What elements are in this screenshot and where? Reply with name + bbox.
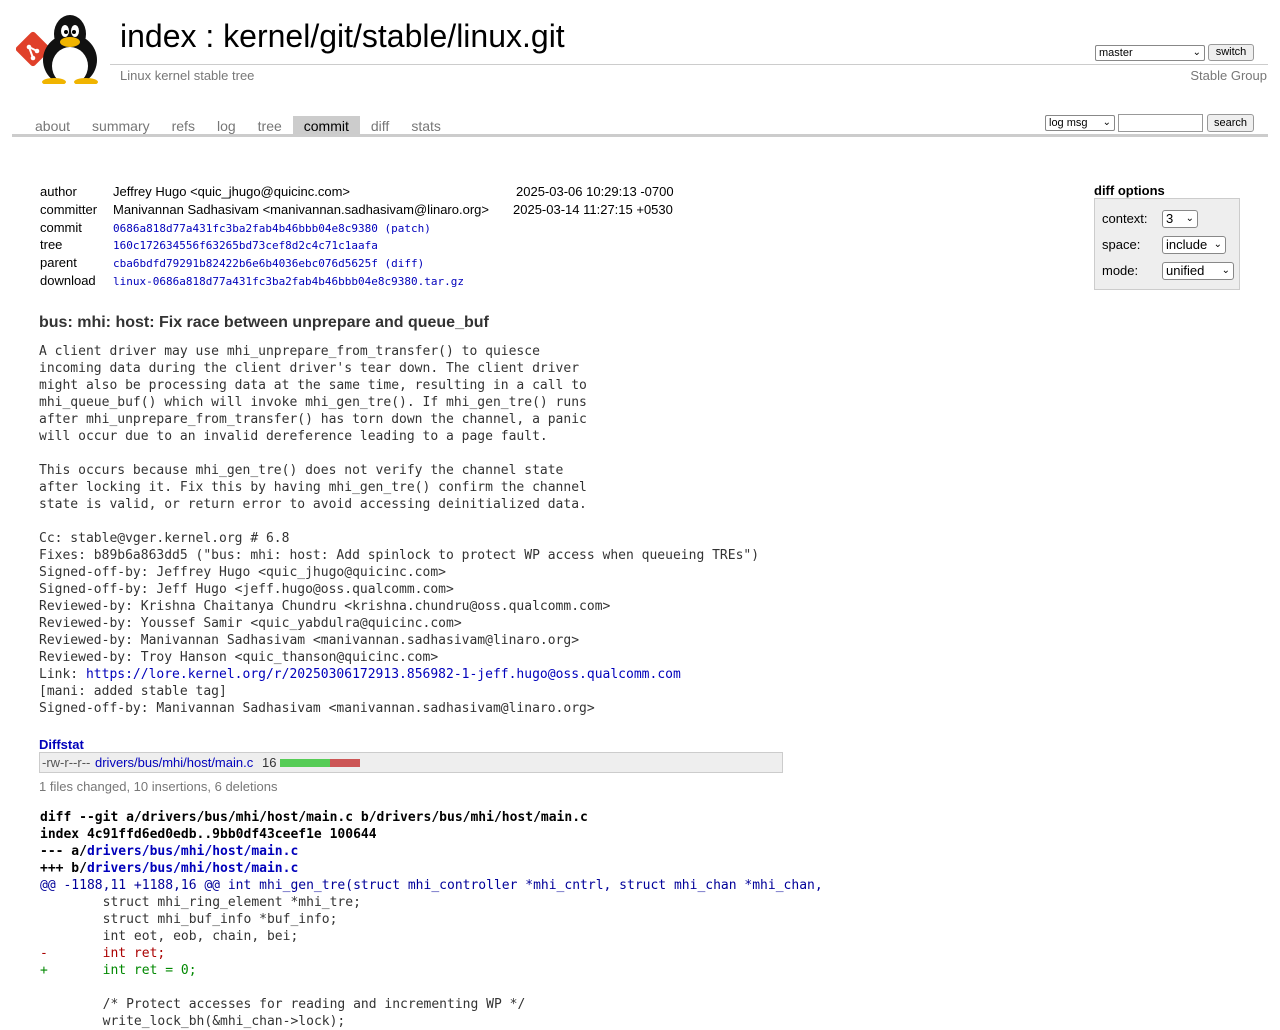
author-value: Jeffrey Hugo <quic_jhugo@quicinc.com> <box>113 184 350 199</box>
switch-button[interactable]: switch <box>1208 44 1254 61</box>
committer-label: committer <box>40 202 98 217</box>
deletions-bar <box>330 759 360 767</box>
commit-message-tail: [mani: added stable tag] Signed-off-by: … <box>39 684 595 716</box>
tab-stats[interactable]: stats <box>400 116 452 135</box>
context-select-value: 3 <box>1166 211 1174 226</box>
commit-message-body: A client driver may use mhi_unprepare_fr… <box>39 344 760 665</box>
branch-select-value: master <box>1099 47 1133 59</box>
commit-hash-line: 0686a818d77a431fc3ba2fab4b46bbb04e8c9380… <box>113 222 431 235</box>
branch-select[interactable]: master ⌄ <box>1095 45 1205 61</box>
diff-line: /* Protect accesses for reading and incr… <box>40 997 526 1012</box>
author-date: 2025-03-06 10:29:13 -0700 <box>516 184 674 199</box>
committer-value: Manivannan Sadhasivam <manivannan.sadhas… <box>113 202 489 217</box>
search-button[interactable]: search <box>1207 114 1254 132</box>
diff-git-header: diff --git a/drivers/bus/mhi/host/main.c… <box>40 810 588 825</box>
parent-label: parent <box>40 255 77 270</box>
cgit-logo[interactable] <box>16 14 110 84</box>
plus-prefix: +++ b/ <box>40 861 87 876</box>
commit-label: commit <box>40 220 82 235</box>
committer-date: 2025-03-14 11:27:15 +0530 <box>513 202 673 217</box>
file-mode: -rw-r--r-- <box>42 755 91 770</box>
context-label: context: <box>1102 211 1148 226</box>
title-separator: : <box>196 18 224 54</box>
tab-log[interactable]: log <box>206 116 247 135</box>
space-label: space: <box>1102 237 1141 252</box>
diff-line <box>40 979 823 996</box>
insertions-bar <box>280 759 330 767</box>
tux-icon <box>42 15 98 84</box>
patch-link[interactable]: (patch) <box>385 222 431 235</box>
diff-link[interactable]: (diff) <box>385 257 425 270</box>
commit-message: A client driver may use mhi_unprepare_fr… <box>39 343 759 717</box>
diff-options-panel: context: 3 ⌄ space: include ⌄ mode: unif… <box>1094 198 1240 290</box>
download-link[interactable]: linux-0686a818d77a431fc3ba2fab4b46bbb04e… <box>113 275 464 288</box>
diff-options-title: diff options <box>1094 183 1165 198</box>
tabs-divider <box>12 134 1268 137</box>
mode-select[interactable]: unified ⌄ <box>1162 262 1234 280</box>
download-line: linux-0686a818d77a431fc3ba2fab4b46bbb04e… <box>113 275 464 288</box>
hunk-range: @@ -1188,11 +1188,16 @@ <box>40 878 221 893</box>
tab-bar: about summary refs log tree commit diff … <box>24 116 452 135</box>
search-mode-select[interactable]: log msg ⌄ <box>1045 115 1115 131</box>
diff-view: diff --git a/drivers/bus/mhi/host/main.c… <box>40 809 823 1030</box>
lore-link[interactable]: https://lore.kernel.org/r/20250306172913… <box>86 667 681 682</box>
tab-tree[interactable]: tree <box>247 116 293 135</box>
diff-minus-header: --- a/drivers/bus/mhi/host/main.c <box>40 843 823 860</box>
mode-label: mode: <box>1102 263 1139 278</box>
tree-hash-line: 160c172634556f63265bd73cef8d2c4c71c1aafa <box>113 239 378 252</box>
link-prefix: Link: <box>39 667 86 682</box>
search-input[interactable] <box>1118 114 1203 132</box>
chevron-down-icon: ⌄ <box>1213 239 1222 250</box>
tab-diff[interactable]: diff <box>360 116 400 135</box>
context-select[interactable]: 3 ⌄ <box>1162 210 1198 228</box>
minus-file-link[interactable]: drivers/bus/mhi/host/main.c <box>87 844 298 859</box>
commit-hash-link[interactable]: 0686a818d77a431fc3ba2fab4b46bbb04e8c9380 <box>113 222 378 235</box>
plus-file-link[interactable]: drivers/bus/mhi/host/main.c <box>87 861 298 876</box>
diffstat-heading[interactable]: Diffstat <box>39 737 84 752</box>
author-label: author <box>40 184 77 199</box>
mode-select-value: unified <box>1166 263 1205 278</box>
download-label: download <box>40 273 96 288</box>
parent-hash-line: cba6bdfd79291b82422b6e6b4036ebc076d5625f… <box>113 257 424 270</box>
diff-line-added: + int ret = 0; <box>40 963 197 978</box>
chevron-down-icon: ⌄ <box>1221 265 1230 276</box>
tab-commit[interactable]: commit <box>292 116 360 135</box>
repo-link[interactable]: kernel/git/stable/linux.git <box>223 18 565 54</box>
diff-line: write_lock_bh(&mhi_chan->lock); <box>40 1014 346 1029</box>
page-title: index : kernel/git/stable/linux.git <box>120 18 565 55</box>
chevron-down-icon: ⌄ <box>1102 117 1111 128</box>
diff-line: int eot, eob, chain, bei; <box>40 929 299 944</box>
hunk-header: @@ -1188,11 +1188,16 @@ int mhi_gen_tre(… <box>40 877 823 894</box>
tree-hash-link[interactable]: 160c172634556f63265bd73cef8d2c4c71c1aafa <box>113 239 378 252</box>
space-select-value: include <box>1166 237 1208 252</box>
diff-index-header: index 4c91ffd6ed0edb..9bb0df43ceef1e 100… <box>40 827 377 842</box>
tab-summary[interactable]: summary <box>81 116 161 135</box>
diff-plus-header: +++ b/drivers/bus/mhi/host/main.c <box>40 860 823 877</box>
chevron-down-icon: ⌄ <box>1192 47 1201 58</box>
chevron-down-icon: ⌄ <box>1185 213 1194 224</box>
parent-hash-link[interactable]: cba6bdfd79291b82422b6e6b4036ebc076d5625f <box>113 257 378 270</box>
diff-line: struct mhi_ring_element *mhi_tre; <box>40 895 361 910</box>
tab-about[interactable]: about <box>24 116 81 135</box>
index-link[interactable]: index <box>120 18 197 54</box>
repo-owner: Stable Group <box>1190 68 1267 83</box>
space-select[interactable]: include ⌄ <box>1162 236 1226 254</box>
tree-label: tree <box>40 237 63 252</box>
diffstat-count: 16 <box>262 755 277 770</box>
diffstat-file-link[interactable]: drivers/bus/mhi/host/main.c <box>95 755 253 770</box>
minus-prefix: --- a/ <box>40 844 87 859</box>
diff-line-deleted: - int ret; <box>40 946 166 961</box>
header-divider <box>110 64 1268 65</box>
hunk-context: int mhi_gen_tre(struct mhi_controller *m… <box>220 878 823 893</box>
diffstat-summary: 1 files changed, 10 insertions, 6 deleti… <box>39 779 278 794</box>
tab-refs[interactable]: refs <box>161 116 206 135</box>
diffstat-table: -rw-r--r-- drivers/bus/mhi/host/main.c 1… <box>39 752 783 773</box>
search-mode-value: log msg <box>1049 117 1088 129</box>
diff-line: struct mhi_buf_info *buf_info; <box>40 912 338 927</box>
repo-description: Linux kernel stable tree <box>120 68 255 83</box>
commit-subject: bus: mhi: host: Fix race between unprepa… <box>39 314 489 331</box>
